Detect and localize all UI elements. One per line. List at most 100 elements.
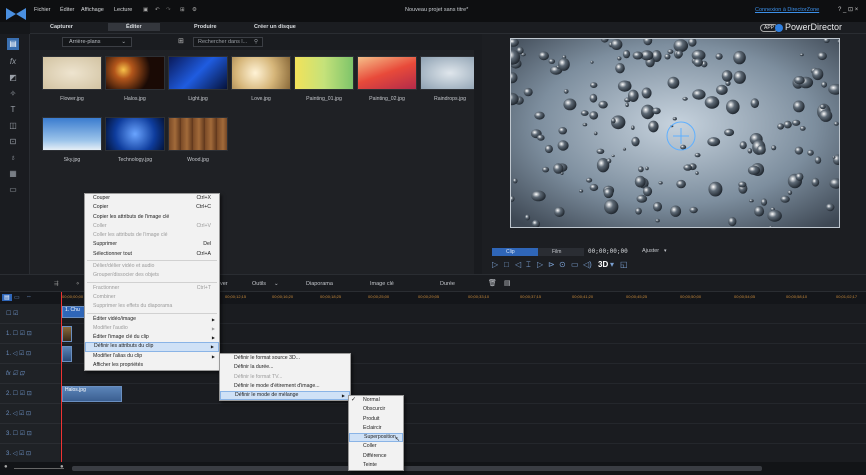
- track-lane[interactable]: Halos.jpg: [60, 384, 866, 404]
- blend-teinte[interactable]: Teinte: [349, 461, 403, 470]
- category-dropdown[interactable]: Arrière-plans ⌄: [62, 37, 132, 47]
- markers-icon[interactable]: ⋄: [76, 281, 79, 287]
- blend-obscurcir[interactable]: Obscurcir: [349, 405, 403, 414]
- menu-item-couper[interactable]: Couper Ctrl+X: [85, 194, 219, 203]
- thumb-light[interactable]: [168, 56, 228, 90]
- track-lane[interactable]: [60, 424, 866, 444]
- snapshot-icon[interactable]: ⊙: [559, 260, 566, 269]
- storyboard-view-icon[interactable]: ▭: [14, 294, 20, 301]
- menu-lecture[interactable]: Lecture: [114, 7, 132, 13]
- fast-forward-icon[interactable]: ⊳: [548, 260, 555, 269]
- film-mode-button[interactable]: Film: [538, 248, 584, 256]
- menu-item-editer-image-cle[interactable]: Éditer l'image clé du clip ▶: [85, 333, 219, 342]
- chevron-down-icon[interactable]: ⌄: [274, 281, 279, 287]
- title-room-icon[interactable]: T: [7, 104, 19, 116]
- thumb-wood[interactable]: [168, 117, 228, 151]
- transition-room-icon[interactable]: ◫: [7, 120, 19, 132]
- menu-item-mode-melange[interactable]: Définir le mode de mélange ▶: [220, 391, 350, 401]
- fx-room-icon[interactable]: fx: [7, 56, 19, 68]
- cut-label[interactable]: ver: [220, 281, 228, 287]
- menu-item-supprimer-effets[interactable]: Supprimer les effets du diaporama: [85, 302, 219, 311]
- tab-duree[interactable]: Durée: [440, 281, 455, 287]
- particle-room-icon[interactable]: ✧: [7, 88, 19, 100]
- thumb-painting-02[interactable]: [357, 56, 417, 90]
- pip-room-icon[interactable]: ◩: [7, 72, 19, 84]
- library-search-input[interactable]: Rechercher dans l... ⚲: [193, 37, 263, 47]
- fit-dropdown[interactable]: Ajuster: [642, 248, 659, 254]
- menu-item-definir-attributs[interactable]: Définir les attributs du clip ▶: [85, 342, 219, 352]
- menu-item-coller[interactable]: Coller Ctrl+V: [85, 222, 219, 231]
- menu-item-fractionner[interactable]: Fractionner Ctrl+T: [85, 284, 219, 293]
- timeline-scrollbar[interactable]: [72, 466, 762, 471]
- clipboard-icon[interactable]: ▤: [504, 279, 511, 287]
- zoom-fit-icon[interactable]: ⇔: [26, 294, 32, 300]
- tab-image-cle[interactable]: Image clé: [370, 281, 394, 287]
- undock-icon[interactable]: ◱: [620, 260, 628, 269]
- menu-item-grouper[interactable]: Grouper/dissocier des objets: [85, 271, 219, 280]
- chapter-room-icon[interactable]: ▦: [7, 168, 19, 180]
- thumb-halos[interactable]: [105, 56, 165, 90]
- window-controls[interactable]: ? _ ⊡ ×: [838, 6, 858, 13]
- voice-over-icon[interactable]: ♁: [7, 152, 19, 164]
- directorzone-link[interactable]: Connexion à DirectorZone: [755, 7, 819, 13]
- menu-item-etirement[interactable]: Définir le mode d'étirement d'image...: [220, 382, 350, 391]
- menu-item-modifier-audio[interactable]: Modifier l'audio ▶: [85, 324, 219, 333]
- menu-item-selectionner-tout[interactable]: Sélectionner tout Ctrl+A: [85, 250, 219, 259]
- menu-item-modifier-alias[interactable]: Modifier l'alias du clip ▶: [85, 352, 219, 361]
- volume-icon[interactable]: ◁): [583, 260, 592, 269]
- tab-outils[interactable]: Outils: [252, 281, 266, 287]
- menu-editer[interactable]: Éditer: [60, 7, 74, 13]
- audio-clip[interactable]: [62, 346, 72, 362]
- timeline-view-icon[interactable]: ▤: [2, 294, 12, 301]
- menu-fichier[interactable]: Fichier: [34, 7, 51, 13]
- blend-superposition[interactable]: Superposition ↖: [349, 433, 403, 443]
- prev-frame-icon[interactable]: ◁: [515, 260, 521, 269]
- blend-normal[interactable]: ✓ Normal: [349, 396, 403, 405]
- blend-coller[interactable]: Coller: [349, 442, 403, 451]
- trash-icon[interactable]: 🗑: [488, 279, 497, 287]
- thumb-love[interactable]: [231, 56, 291, 90]
- menu-item-copier-attributs[interactable]: Copier les attributs de l'image clé: [85, 213, 219, 222]
- tab-capturer[interactable]: Capturer: [50, 24, 73, 30]
- settings-icon[interactable]: ⚙: [192, 7, 197, 13]
- view-grid-icon[interactable]: ⊞: [178, 37, 184, 45]
- next-frame-icon[interactable]: ▷: [537, 260, 543, 269]
- tab-produire[interactable]: Produire: [194, 24, 217, 30]
- thumb-painting-01[interactable]: [294, 56, 354, 90]
- clip-mode-button[interactable]: Clip: [492, 248, 538, 256]
- playhead[interactable]: [61, 292, 62, 462]
- tab-diaporama[interactable]: Diaporama: [306, 281, 333, 287]
- zoom-slider[interactable]: [14, 468, 64, 469]
- audio-mixing-icon[interactable]: ⊡: [7, 136, 19, 148]
- redo-icon[interactable]: ↷: [166, 7, 171, 13]
- track-lane[interactable]: [60, 444, 866, 464]
- menu-item-duree[interactable]: Définir la durée...: [220, 363, 350, 372]
- subtitle-icon[interactable]: ▭: [571, 260, 579, 269]
- menu-item-coller-attributs[interactable]: Coller les attributs de l'image clé: [85, 231, 219, 240]
- preview-viewport[interactable]: [510, 38, 840, 228]
- track-manager-icon[interactable]: ⇶: [54, 281, 59, 287]
- menu-item-supprimer[interactable]: Supprimer Del: [85, 240, 219, 249]
- stop-icon[interactable]: □: [504, 260, 509, 269]
- tab-editer[interactable]: Éditer: [108, 23, 160, 31]
- undo-icon[interactable]: ↶: [155, 7, 160, 13]
- threed-button[interactable]: 3D: [598, 260, 608, 269]
- menu-item-format-tv[interactable]: Définir le format TV...: [220, 373, 350, 382]
- video-clip[interactable]: [62, 326, 72, 342]
- play-icon[interactable]: ▷: [492, 260, 498, 269]
- menu-item-copier[interactable]: Copier Ctrl+C: [85, 203, 219, 212]
- blend-eclaircir[interactable]: Eclaircir: [349, 424, 403, 433]
- zoom-in-icon[interactable]: ●: [60, 464, 64, 470]
- menu-item-delier[interactable]: Délier/délier vidéo et audio: [85, 262, 219, 271]
- zoom-out-icon[interactable]: ●: [4, 464, 8, 470]
- menu-affichage[interactable]: Affichage: [81, 7, 104, 13]
- menu-item-afficher-proprietes[interactable]: Afficher les propriétés: [85, 361, 219, 370]
- save-icon[interactable]: ▣: [143, 7, 148, 13]
- track-lane[interactable]: [60, 404, 866, 424]
- blend-difference[interactable]: Différence: [349, 452, 403, 461]
- media-room-icon[interactable]: ▤: [7, 38, 19, 50]
- subtitle-room-icon[interactable]: ▭: [7, 184, 19, 196]
- split-icon[interactable]: ⌶: [526, 260, 531, 270]
- menu-item-combiner[interactable]: Combiner: [85, 293, 219, 302]
- layout-icon[interactable]: ⊞: [180, 7, 185, 13]
